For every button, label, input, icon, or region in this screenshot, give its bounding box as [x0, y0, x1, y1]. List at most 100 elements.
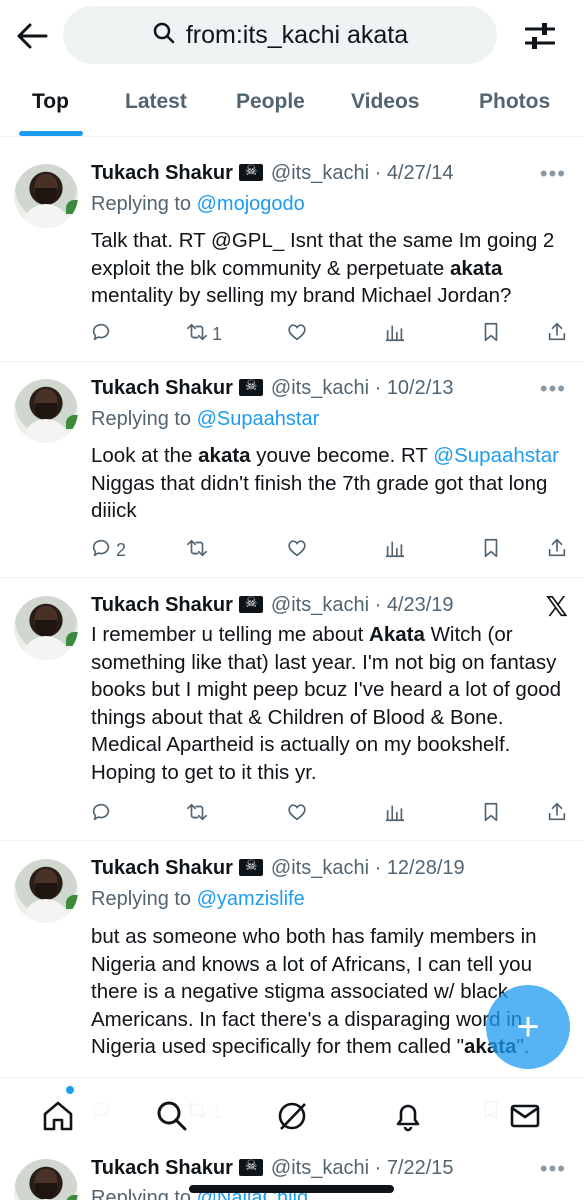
tweet[interactable]: Tukach Shakur@its_kachi · 4/23/19 𝕏 I re…	[0, 578, 584, 841]
handle[interactable]: @its_kachi	[271, 377, 369, 399]
reply-button[interactable]	[90, 319, 116, 349]
avatar[interactable]	[14, 164, 78, 228]
share-button[interactable]	[546, 535, 568, 565]
notifications-icon[interactable]	[388, 1096, 428, 1136]
display-name[interactable]: Tukach Shakur	[91, 377, 233, 399]
replying-to-handle[interactable]: @mojogodo	[197, 193, 305, 215]
avatar[interactable]	[14, 859, 78, 923]
like-button[interactable]	[286, 319, 308, 349]
more-options-icon[interactable]: •••	[540, 376, 566, 402]
replying-to-label: Replying to	[91, 408, 192, 430]
reply-icon	[90, 801, 112, 828]
tweet-header: Tukach Shakur@its_kachi · 4/23/19	[91, 594, 454, 617]
replying-to-label: Replying to	[91, 888, 192, 910]
reply-icon	[90, 537, 112, 564]
bottom-navigation	[0, 1077, 584, 1151]
tweet-date[interactable]: 10/2/13	[387, 377, 454, 399]
replying-to: Replying to @mojogodo	[91, 193, 305, 216]
views-icon	[384, 537, 406, 564]
display-name[interactable]: Tukach Shakur	[91, 594, 233, 616]
display-name[interactable]: Tukach Shakur	[91, 162, 233, 184]
pirate-flag-icon	[238, 594, 263, 613]
share-button[interactable]	[546, 799, 568, 829]
avatar[interactable]	[14, 1159, 78, 1200]
tweet-header: Tukach Shakur@its_kachi · 4/27/14	[91, 162, 454, 185]
more-options-icon[interactable]: •••	[540, 161, 566, 187]
tweet-actions: 2	[90, 535, 570, 565]
bookmark-button[interactable]	[480, 319, 502, 349]
tab-latest[interactable]: Latest	[125, 90, 187, 114]
reply-button[interactable]: 2	[90, 535, 126, 565]
replying-to-label: Replying to	[91, 1187, 192, 1200]
tab-videos[interactable]: Videos	[351, 90, 419, 114]
bookmark-icon	[480, 321, 502, 348]
explore-icon[interactable]	[152, 1096, 192, 1136]
retweet-icon	[186, 321, 208, 348]
replying-to-handle[interactable]: @Supaahstar	[197, 408, 320, 430]
tweet-header: Tukach Shakur@its_kachi · 12/28/19	[91, 857, 465, 880]
back-arrow-icon[interactable]	[14, 18, 50, 54]
handle[interactable]: @its_kachi	[271, 1157, 369, 1179]
views-button[interactable]	[384, 799, 406, 829]
reply-button[interactable]	[90, 799, 116, 829]
tweet-date[interactable]: 4/23/19	[387, 594, 454, 616]
pirate-flag-icon	[238, 377, 263, 396]
tweet-date[interactable]: 7/22/15	[387, 1157, 454, 1179]
bookmark-icon	[480, 537, 502, 564]
grok-icon[interactable]	[272, 1096, 312, 1136]
messages-icon[interactable]	[505, 1096, 545, 1136]
retweet-icon	[186, 801, 208, 828]
pirate-flag-icon	[238, 1157, 263, 1176]
filter-sliders-icon[interactable]	[520, 18, 560, 54]
replying-to: Replying to @Supaahstar	[91, 408, 319, 431]
tweet-text: I remember u telling me about Akata Witc…	[91, 623, 562, 784]
handle[interactable]: @its_kachi	[271, 162, 369, 184]
tweet-actions	[90, 799, 570, 829]
compose-plus-icon[interactable]: +	[486, 985, 570, 1069]
share-icon	[546, 537, 568, 564]
tweet[interactable]: Tukach Shakur@its_kachi · 10/2/13 ••• Re…	[0, 362, 584, 578]
tweet[interactable]: Tukach Shakur@its_kachi · 4/27/14 ••• Re…	[0, 143, 584, 362]
home-icon[interactable]	[38, 1096, 78, 1136]
tweet-date[interactable]: 12/28/19	[387, 857, 465, 879]
tab-people[interactable]: People	[236, 90, 305, 114]
like-icon	[286, 537, 308, 564]
search-icon	[152, 21, 176, 50]
retweet-button[interactable]: 1	[186, 319, 222, 349]
like-button[interactable]	[286, 535, 308, 565]
home-indicator	[189, 1185, 394, 1193]
like-button[interactable]	[286, 799, 308, 829]
tweet-date[interactable]: 4/27/14	[387, 162, 454, 184]
share-icon	[546, 801, 568, 828]
tab-top[interactable]: Top	[32, 90, 69, 114]
views-button[interactable]	[384, 319, 406, 349]
x-logo-icon: 𝕏	[545, 590, 568, 623]
search-tabs: Top Latest People Videos Photos	[0, 70, 584, 137]
handle[interactable]: @its_kachi	[271, 594, 369, 616]
like-icon	[286, 801, 308, 828]
search-input[interactable]: from:its_kachi akata	[63, 6, 497, 64]
views-icon	[384, 801, 406, 828]
pirate-flag-icon	[238, 857, 263, 876]
views-button[interactable]	[384, 535, 406, 565]
retweet-button[interactable]	[186, 799, 212, 829]
retweet-button[interactable]	[186, 535, 212, 565]
active-tab-indicator	[19, 131, 83, 136]
more-options-icon[interactable]: •••	[540, 1156, 566, 1182]
pirate-flag-icon	[238, 162, 263, 181]
display-name[interactable]: Tukach Shakur	[91, 857, 233, 879]
bookmark-button[interactable]	[480, 535, 502, 565]
handle[interactable]: @its_kachi	[271, 857, 369, 879]
avatar[interactable]	[14, 379, 78, 443]
search-query-text: from:its_kachi akata	[185, 20, 409, 49]
replying-to-handle[interactable]: @yamzislife	[197, 888, 305, 910]
avatar[interactable]	[14, 596, 78, 660]
display-name[interactable]: Tukach Shakur	[91, 1157, 233, 1179]
tab-photos[interactable]: Photos	[479, 90, 550, 114]
share-button[interactable]	[546, 319, 568, 349]
bookmark-button[interactable]	[480, 799, 502, 829]
mention-link[interactable]: @Supaahstar	[433, 444, 559, 467]
home-notification-dot	[66, 1086, 74, 1094]
reply-icon	[90, 321, 112, 348]
tweet-text: Talk that. RT @GPL_ Isnt that the same I…	[91, 229, 555, 307]
